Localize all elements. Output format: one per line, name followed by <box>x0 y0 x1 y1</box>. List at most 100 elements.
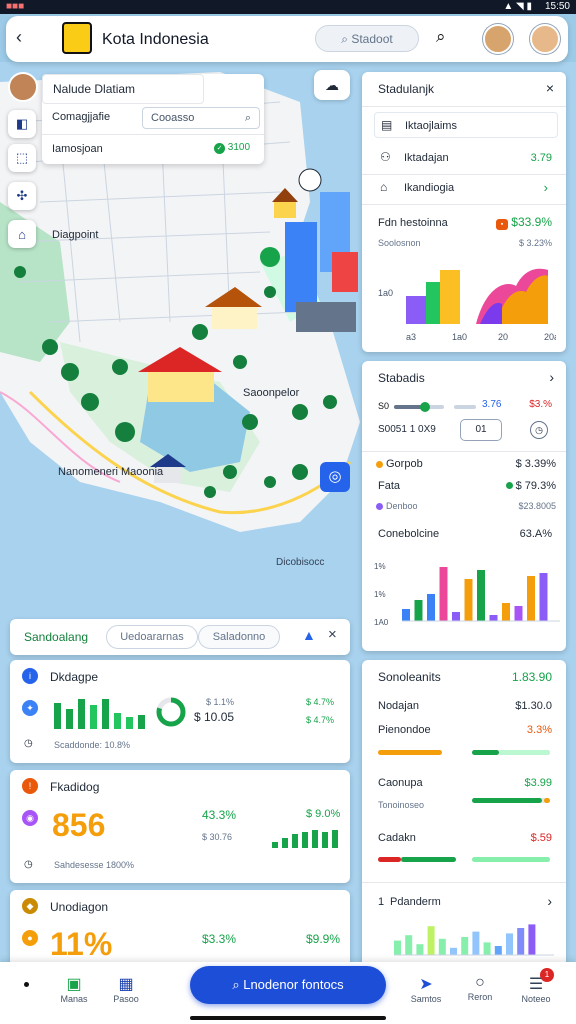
range-slider[interactable] <box>394 402 444 412</box>
home-button[interactable]: ⌂ <box>8 220 36 248</box>
progress-d <box>378 857 456 862</box>
bar-mark <box>483 942 491 955</box>
compass-icon: ✣ <box>16 188 28 203</box>
panel-item-3[interactable]: ⌂ Ikandiogia › <box>374 178 558 200</box>
home-indicator <box>190 1016 386 1020</box>
avatar-secondary[interactable] <box>530 24 560 54</box>
panel-summary-value-text: $33.9% <box>511 215 552 229</box>
panel-item-2[interactable]: ⚇ Iktadajan 3.79 <box>374 148 558 170</box>
page-title: Kota Indonesia <box>102 31 209 48</box>
nav-item-circle[interactable]: ○ Reron <box>458 974 502 1002</box>
panel-stabadis: Stabadis › S0 3.76 $3.% S0051 1 0X9 01 ◷… <box>362 361 566 651</box>
search-icon: ⌕ <box>232 977 244 992</box>
bar-mark <box>394 940 401 955</box>
metric-card-2[interactable]: ! Fkadidog ◉ 856 43.3% $ 30.76 $ 9.0% ◷ … <box>10 770 350 883</box>
draw-button[interactable]: ⬚ <box>8 144 36 172</box>
panel-3-item-1-value: $1.30.0 <box>515 700 552 712</box>
alert-icon: ! <box>22 778 38 794</box>
shield-icon: ◆ <box>22 898 38 914</box>
panel-3-chart-prefix: 1 <box>378 896 385 908</box>
progress-a <box>378 750 442 755</box>
panel-3-title: Sonoleanits <box>378 670 441 684</box>
chart-value: 63.A% <box>519 528 552 540</box>
arrow-left-icon: ‹ <box>16 27 22 47</box>
close-icon[interactable]: × <box>328 626 337 643</box>
close-icon[interactable]: × <box>546 80 554 96</box>
nav-item-map[interactable]: ▣ Manas <box>52 974 96 1004</box>
metric-card-3[interactable]: ◆ Unodiagon ● 11% $3.3% $9.9% <box>10 890 350 970</box>
panel-sonoleanits: Sonoleanits 1.83.90 Nodajan $1.30.0 Pien… <box>362 660 566 970</box>
metric-card-1[interactable]: i Dkdagpe ✦ $ 1.1% $ 10.05 $ 4.7% $ 4.7%… <box>10 660 350 763</box>
panel-statistics-title: Stadulanjk <box>378 82 435 96</box>
bar-chart-3 <box>394 924 554 956</box>
compass-button[interactable]: ✣ <box>8 182 36 210</box>
bar-mark <box>539 573 548 621</box>
bar-mark <box>464 579 473 621</box>
navigate-icon[interactable]: ▲ <box>302 627 316 643</box>
area-band-3 <box>440 270 460 324</box>
panel-3-item-1-sub: Pienondoe <box>378 724 431 736</box>
search-icon: ⌕ <box>244 112 251 124</box>
timer-icon[interactable]: ◷ <box>530 421 548 439</box>
home-icon: ⌂ <box>18 226 26 242</box>
chevron-right-icon[interactable]: › <box>549 369 554 385</box>
map-user-avatar[interactable] <box>8 72 38 102</box>
metric-card-2-title: Fkadidog <box>50 780 100 794</box>
tab-2[interactable]: Uedoararnas <box>106 625 198 649</box>
tag-icon: ◉ <box>22 810 38 826</box>
bar-mark <box>427 594 435 621</box>
chart-title: Conebolcine <box>378 528 440 540</box>
legend-dot <box>376 503 383 510</box>
map-label-bay: Saoonpelor <box>243 387 300 399</box>
metric-card-1-value-b: $ 10.05 <box>194 710 235 724</box>
map-label-coast: Nanomeneri Maoonia <box>58 466 164 478</box>
search-icon[interactable]: ⌕ <box>436 27 446 47</box>
map-info-field-value: Cooasso <box>151 112 195 124</box>
chart-y-tick: 1% <box>374 590 386 599</box>
avatar[interactable] <box>483 24 513 54</box>
legend-item-3-label: Denboo <box>386 501 418 511</box>
tab-active[interactable]: Sandoalang <box>24 630 88 644</box>
panel-3-item-3-label: Cadakn <box>378 832 416 844</box>
circle-icon: ○ <box>475 974 485 991</box>
metric-card-2-value-a: 43.3% <box>202 808 237 822</box>
locate-icon[interactable]: ◎ <box>320 462 350 492</box>
back-button[interactable]: ‹ <box>16 27 22 48</box>
document-icon: ▤ <box>381 118 393 132</box>
primary-cta-button[interactable]: ⌕ Lnodenor fontocs <box>190 966 386 1004</box>
legend-item-2-label: Fata <box>378 480 401 492</box>
search-pill[interactable]: ⌕ Stadoot <box>315 25 419 52</box>
bar-mark <box>414 600 423 621</box>
bar-mark <box>427 926 435 955</box>
chevron-right-icon[interactable]: › <box>547 893 552 909</box>
slider-value-2: $3.% <box>529 399 552 410</box>
chart-x-tick: 20 <box>498 332 508 342</box>
metric-card-2-big: 856 <box>52 807 106 843</box>
tab-3[interactable]: Saladonno <box>198 625 280 649</box>
map-info-field[interactable]: Cooasso ⌕ <box>142 107 260 129</box>
bar-mark <box>489 615 498 621</box>
legend-item-1: Gorpob $ 3.39% <box>376 457 556 475</box>
nav-item-grid[interactable]: ▦ Pasoo <box>104 974 148 1004</box>
bar-mark <box>402 609 410 621</box>
nav-item-menu[interactable]: ☰ Noteeo 1 <box>512 968 560 1004</box>
grid-icon: ▦ <box>118 976 134 993</box>
chart-x-tick: 20a <box>544 332 556 342</box>
panel-3-item-2-label: Caonupa <box>378 777 423 789</box>
layers-button[interactable]: ◧ <box>8 110 36 138</box>
panel-3-item-3-value: $.59 <box>530 832 552 844</box>
stepper-input[interactable]: 01 <box>460 419 502 441</box>
progress-c <box>472 798 550 803</box>
panel-stabadis-title: Stabadis <box>378 371 425 385</box>
bar-mark <box>438 938 446 955</box>
panel-item-1-label: Iktaojlaims <box>405 120 457 132</box>
metric-card-2-value-b: $ 30.76 <box>202 832 233 842</box>
cloud-icon[interactable]: ☁ <box>314 70 350 100</box>
range-slider-2[interactable] <box>454 405 476 409</box>
check-icon: ✓ <box>214 142 225 154</box>
panel-item-1[interactable]: ▤ Iktaojlaims <box>374 112 558 138</box>
nav-item-compass[interactable]: ➤ Samtos <box>404 974 448 1004</box>
bar-mark <box>416 944 424 955</box>
nav-item-menu-label: Noteeo <box>521 994 551 1004</box>
map-info-card: Nalude Dlatiam Comagjjafie Cooasso ⌕ Iamo… <box>42 74 264 164</box>
